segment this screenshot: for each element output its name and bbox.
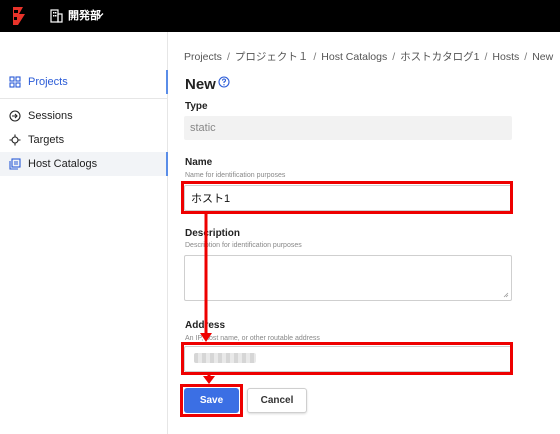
breadcrumb-link-projects[interactable]: Projects [184, 51, 222, 63]
name-field[interactable] [184, 185, 512, 211]
cancel-button[interactable]: Cancel [247, 388, 307, 413]
sidebar-item-targets[interactable]: Targets [0, 128, 168, 152]
description-hint: Description for identification purposes [185, 242, 302, 249]
target-icon [9, 134, 21, 146]
chevron-down-icon[interactable] [96, 11, 104, 19]
breadcrumb: Projects / プロジェクト１ / Host Catalogs / ホストカタログ1 /… [184, 49, 553, 64]
boundary-logo[interactable] [11, 6, 29, 26]
breadcrumb-current: New [532, 51, 554, 63]
sidebar-item-host-catalogs[interactable]: Host Catalogs [0, 152, 168, 176]
description-label: Description [185, 228, 241, 239]
address-label: Address [185, 320, 226, 331]
sidebar-item-label: Projects [28, 76, 68, 88]
type-label: Type [185, 101, 208, 112]
breadcrumb-link-host-catalog[interactable]: ホストカタログ1 [400, 51, 479, 63]
description-field[interactable] [184, 255, 512, 301]
name-hint: Name for identification purposes [185, 172, 286, 179]
breadcrumb-separator: / [524, 51, 528, 63]
sidebar-item-label: Sessions [28, 110, 73, 122]
page-title: New [185, 76, 216, 93]
breadcrumb-separator: / [484, 51, 488, 63]
blurred-address-value [194, 353, 256, 363]
host-catalog-icon [9, 158, 21, 170]
top-bar: 開発部 [0, 0, 560, 32]
sessions-icon [9, 110, 21, 122]
address-hint: An IP, host name, or other routable addr… [185, 335, 320, 342]
building-icon [50, 9, 63, 23]
arrowhead-icon [203, 376, 215, 384]
breadcrumb-link-project[interactable]: プロジェクト１ [235, 51, 309, 63]
sidebar-item-label: Host Catalogs [28, 158, 98, 170]
breadcrumb-link-host-catalogs[interactable]: Host Catalogs [321, 51, 387, 63]
grid-icon [9, 76, 21, 88]
resize-handle-icon[interactable] [503, 292, 509, 298]
type-value: static [184, 116, 512, 140]
breadcrumb-link-hosts[interactable]: Hosts [492, 51, 519, 63]
breadcrumb-separator: / [392, 51, 396, 63]
sidebar-divider [0, 98, 168, 99]
sidebar-item-projects[interactable]: Projects [0, 70, 168, 94]
sidebar-item-sessions[interactable]: Sessions [0, 104, 168, 128]
breadcrumb-separator: / [226, 51, 230, 63]
help-icon[interactable] [218, 76, 230, 88]
save-button[interactable]: Save [184, 388, 239, 413]
breadcrumb-separator: / [313, 51, 317, 63]
sidebar-item-label: Targets [28, 134, 65, 146]
name-label: Name [185, 157, 213, 168]
sidebar: Projects Sessions Targets Host Catalogs [0, 32, 168, 434]
